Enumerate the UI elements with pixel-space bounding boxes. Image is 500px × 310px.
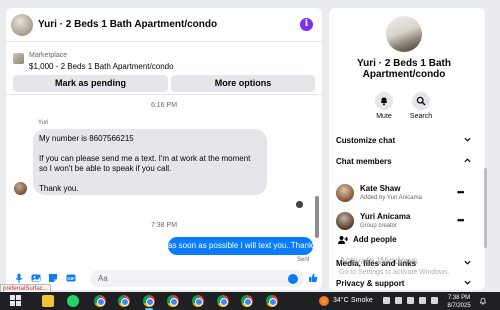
bell-icon bbox=[375, 92, 393, 110]
marketplace-label: Marketplace bbox=[29, 52, 68, 59]
chevron-up-icon bbox=[464, 158, 471, 163]
weather-icon[interactable] bbox=[319, 296, 329, 306]
tray-app-icon[interactable] bbox=[395, 297, 402, 304]
conversation-info-panel: Yuri · 2 Beds 1 Bath Apartment/condo Mut… bbox=[329, 8, 485, 290]
member-avatar[interactable] bbox=[336, 212, 354, 230]
tray-app-icon[interactable] bbox=[383, 297, 390, 304]
photo-icon[interactable] bbox=[31, 273, 41, 283]
gif-icon[interactable]: GIF bbox=[66, 273, 76, 283]
weather-condition[interactable]: Smoke bbox=[351, 297, 373, 304]
section-label: Customize chat bbox=[336, 136, 396, 145]
mute-button[interactable]: Mute bbox=[369, 92, 399, 120]
clock-time: 7:38 PM bbox=[447, 295, 471, 301]
more-options-button[interactable]: More options bbox=[171, 75, 315, 92]
marketplace-listing-bar: Marketplace $1,000 - 2 Beds 1 Bath Apart… bbox=[6, 43, 322, 95]
chrome-icon[interactable] bbox=[118, 295, 130, 307]
chrome-icon[interactable] bbox=[192, 295, 204, 307]
member-subtitle: Group creator bbox=[360, 223, 398, 229]
chrome-icon[interactable] bbox=[217, 295, 229, 307]
member-name: Yuri Anicama bbox=[360, 212, 411, 221]
member-subtitle: Added by Yuri Anicama bbox=[360, 195, 422, 201]
chrome-icon[interactable] bbox=[143, 295, 155, 307]
wifi-icon[interactable] bbox=[419, 297, 426, 304]
media-files-links-section[interactable]: Media, files and links bbox=[336, 259, 471, 268]
listing-title[interactable]: $1,000 - 2 Beds 1 Bath Apartment/condo bbox=[29, 62, 174, 71]
chat-header: Yuri · 2 Beds 1 Bath Apartment/condo i bbox=[6, 8, 322, 42]
sticker-icon[interactable] bbox=[48, 273, 58, 283]
like-icon[interactable] bbox=[308, 273, 318, 283]
chrome-icon[interactable] bbox=[167, 295, 179, 307]
message-timestamp: 6:16 PM bbox=[150, 102, 178, 109]
conversation-name: Yuri · 2 Beds 1 Bath Apartment/condo bbox=[357, 58, 451, 80]
chevron-down-icon bbox=[464, 280, 471, 285]
chat-scrollbar[interactable] bbox=[315, 196, 319, 238]
chat-title[interactable]: Yuri · 2 Beds 1 Bath Apartment/condo bbox=[38, 19, 217, 30]
incoming-message-bubble[interactable]: My number is 8607566215 If you can pleas… bbox=[33, 129, 267, 195]
message-text: Thank you. bbox=[39, 184, 79, 193]
more-icon[interactable]: ••• bbox=[457, 215, 465, 225]
chrome-icon[interactable] bbox=[266, 295, 278, 307]
privacy-support-section[interactable]: Privacy & support bbox=[336, 279, 471, 288]
message-text: If you can please send me a text. I'm at… bbox=[39, 154, 251, 173]
member-row[interactable]: Kate Shaw Added by Yuri Anicama ••• bbox=[336, 183, 476, 205]
search-button[interactable]: Search bbox=[406, 92, 436, 120]
message-timestamp: 7:38 PM bbox=[150, 222, 178, 229]
chrome-icon[interactable] bbox=[241, 295, 253, 307]
member-name: Kate Shaw bbox=[360, 184, 401, 193]
add-people-button[interactable]: Add people bbox=[336, 234, 476, 248]
taskbar: 34°C Smoke 7:38 PM 8/7/2025 bbox=[0, 292, 500, 310]
read-receipt-avatar bbox=[296, 201, 303, 208]
clock-date: 8/7/2025 bbox=[447, 303, 471, 309]
info-icon[interactable]: i bbox=[300, 18, 313, 31]
weather-temperature[interactable]: 34°C bbox=[333, 297, 349, 304]
listing-thumbnail[interactable] bbox=[13, 53, 24, 64]
info-panel-scrollbar[interactable] bbox=[484, 168, 487, 248]
member-avatar[interactable] bbox=[336, 184, 354, 202]
taskbar-clock[interactable]: 7:38 PM 8/7/2025 bbox=[447, 294, 471, 310]
chrome-icon[interactable] bbox=[94, 295, 106, 307]
chat-members-section[interactable]: Chat members bbox=[336, 157, 471, 166]
message-input[interactable] bbox=[90, 270, 304, 287]
customize-chat-section[interactable]: Customize chat bbox=[336, 136, 471, 145]
mark-as-pending-button[interactable]: Mark as pending bbox=[13, 75, 168, 92]
sender-avatar[interactable] bbox=[14, 182, 27, 195]
emoji-icon[interactable] bbox=[288, 274, 298, 284]
microphone-icon[interactable] bbox=[14, 273, 24, 283]
windows-start-icon[interactable] bbox=[10, 295, 22, 307]
chevron-down-icon bbox=[464, 137, 471, 142]
composer: GIF bbox=[6, 266, 322, 290]
volume-icon[interactable] bbox=[431, 297, 438, 304]
add-person-icon bbox=[338, 236, 348, 244]
message-sender-name: Yuri bbox=[38, 120, 49, 126]
add-people-label: Add people bbox=[353, 235, 397, 244]
search-icon bbox=[412, 92, 430, 110]
chat-panel: Yuri · 2 Beds 1 Bath Apartment/condo i M… bbox=[6, 8, 322, 290]
chat-avatar[interactable] bbox=[11, 14, 33, 36]
more-icon[interactable]: ••• bbox=[457, 187, 465, 197]
message-sent-status: Sent bbox=[297, 257, 310, 263]
chevron-down-icon bbox=[464, 260, 471, 265]
notification-bell-icon[interactable] bbox=[479, 297, 487, 305]
section-label: Media, files and links bbox=[336, 259, 417, 268]
section-label: Privacy & support bbox=[336, 279, 405, 288]
search-label: Search bbox=[409, 113, 433, 120]
svg-text:GIF: GIF bbox=[67, 276, 75, 281]
chevron-up-icon[interactable] bbox=[407, 297, 414, 304]
outgoing-message-bubble[interactable]: as soon as possible I will text you..Tha… bbox=[168, 237, 317, 255]
file-explorer-icon[interactable] bbox=[42, 295, 54, 307]
conversation-photo[interactable] bbox=[386, 16, 422, 52]
mute-label: Mute bbox=[376, 113, 392, 120]
member-row[interactable]: Yuri Anicama Group creator ••• bbox=[336, 211, 476, 233]
section-label: Chat members bbox=[336, 157, 392, 166]
message-text: My number is 8607566215 bbox=[39, 134, 134, 143]
message-thread[interactable]: 6:16 PM Yuri My number is 8607566215 If … bbox=[6, 96, 322, 266]
whatsapp-icon[interactable] bbox=[67, 295, 79, 307]
